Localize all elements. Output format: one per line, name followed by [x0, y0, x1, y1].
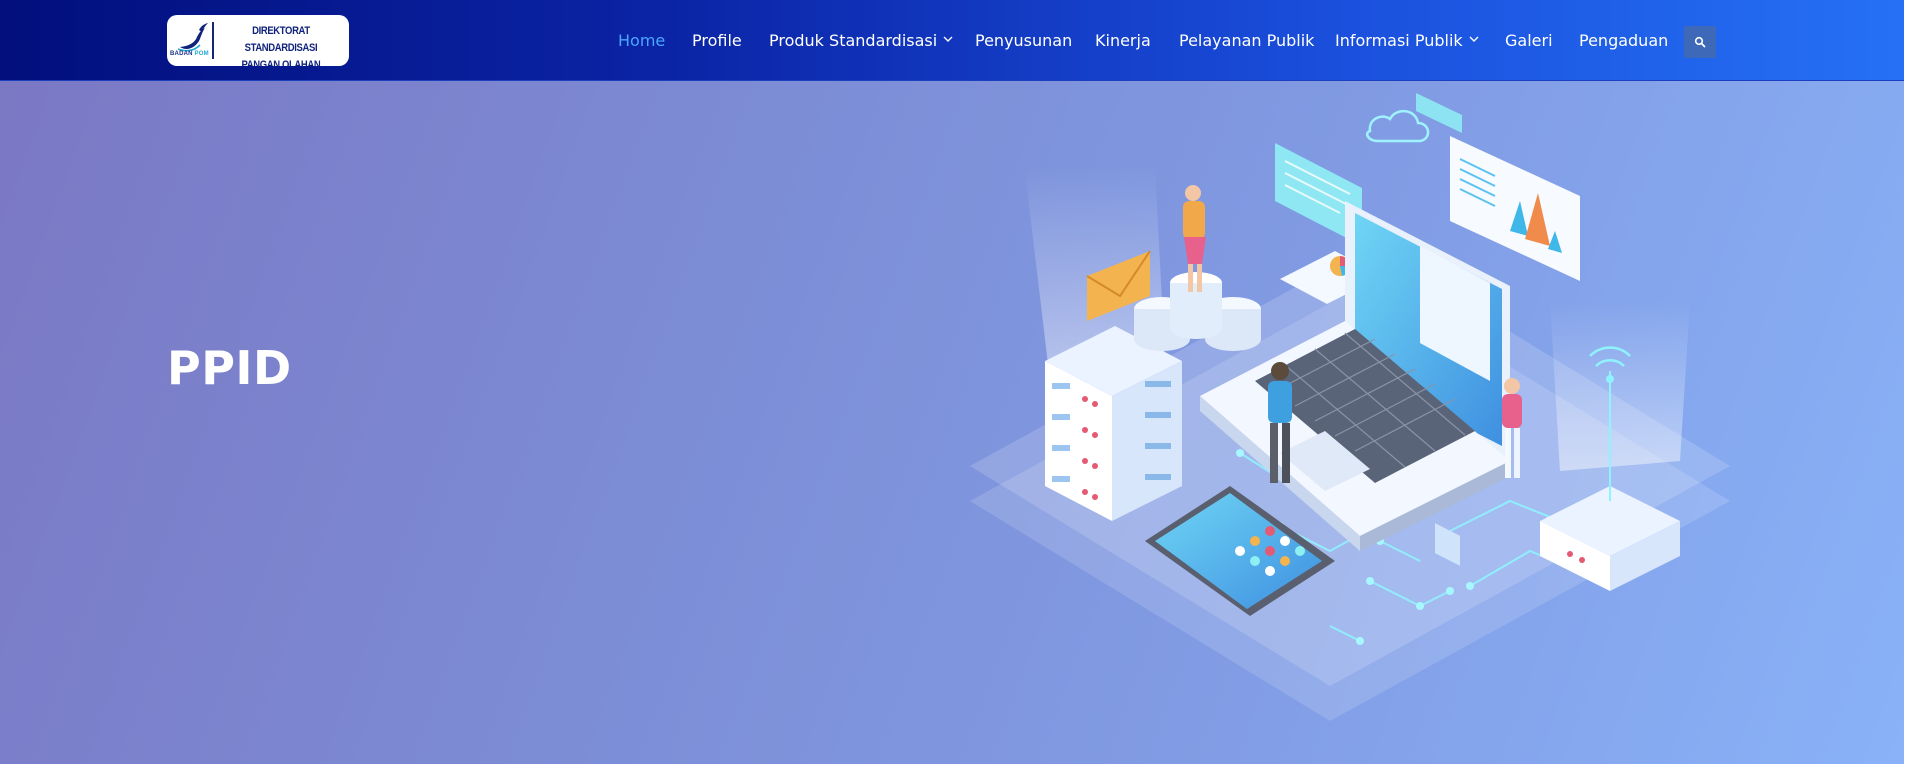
nav-produk-standardisasi-label: Produk Standardisasi — [769, 31, 938, 50]
site-logo[interactable]: BADAN POM DIREKTORAT STANDARDISASI PANGA… — [167, 15, 349, 66]
nav-produk-standardisasi[interactable]: Produk Standardisasi — [769, 31, 954, 51]
nav-profile[interactable]: Profile — [692, 31, 742, 51]
isometric-laptop-data-network-illustration — [970, 93, 1730, 721]
chevron-down-icon — [943, 36, 953, 42]
nav-pengaduan[interactable]: Pengaduan — [1579, 31, 1668, 51]
nav-galeri[interactable]: Galeri — [1505, 31, 1553, 51]
hero-banner: PPID — [0, 81, 1906, 764]
page: BADAN POM DIREKTORAT STANDARDISASI PANGA… — [0, 0, 1906, 764]
nav-home[interactable]: Home — [618, 31, 665, 51]
logo-line-1: DIREKTORAT STANDARDISASI — [244, 25, 318, 54]
chevron-down-icon — [1469, 36, 1479, 42]
logo-divider — [212, 22, 214, 59]
nav-pelayanan-publik[interactable]: Pelayanan Publik — [1179, 31, 1314, 51]
search-icon — [1694, 36, 1706, 48]
page-title: PPID — [167, 341, 292, 395]
search-button[interactable] — [1684, 26, 1716, 58]
logo-line-2: PANGAN OLAHAN — [241, 59, 321, 66]
site-header: BADAN POM DIREKTORAT STANDARDISASI PANGA… — [0, 0, 1906, 81]
nav-penyusunan[interactable]: Penyusunan — [975, 31, 1072, 51]
logo-text: DIREKTORAT STANDARDISASI PANGAN OLAHAN — [216, 23, 346, 66]
nav-informasi-publik-label: Informasi Publik — [1335, 31, 1463, 50]
nav-informasi-publik[interactable]: Informasi Publik — [1335, 31, 1480, 51]
nav-kinerja[interactable]: Kinerja — [1095, 31, 1151, 51]
agency-label: BADAN POM — [170, 51, 209, 57]
